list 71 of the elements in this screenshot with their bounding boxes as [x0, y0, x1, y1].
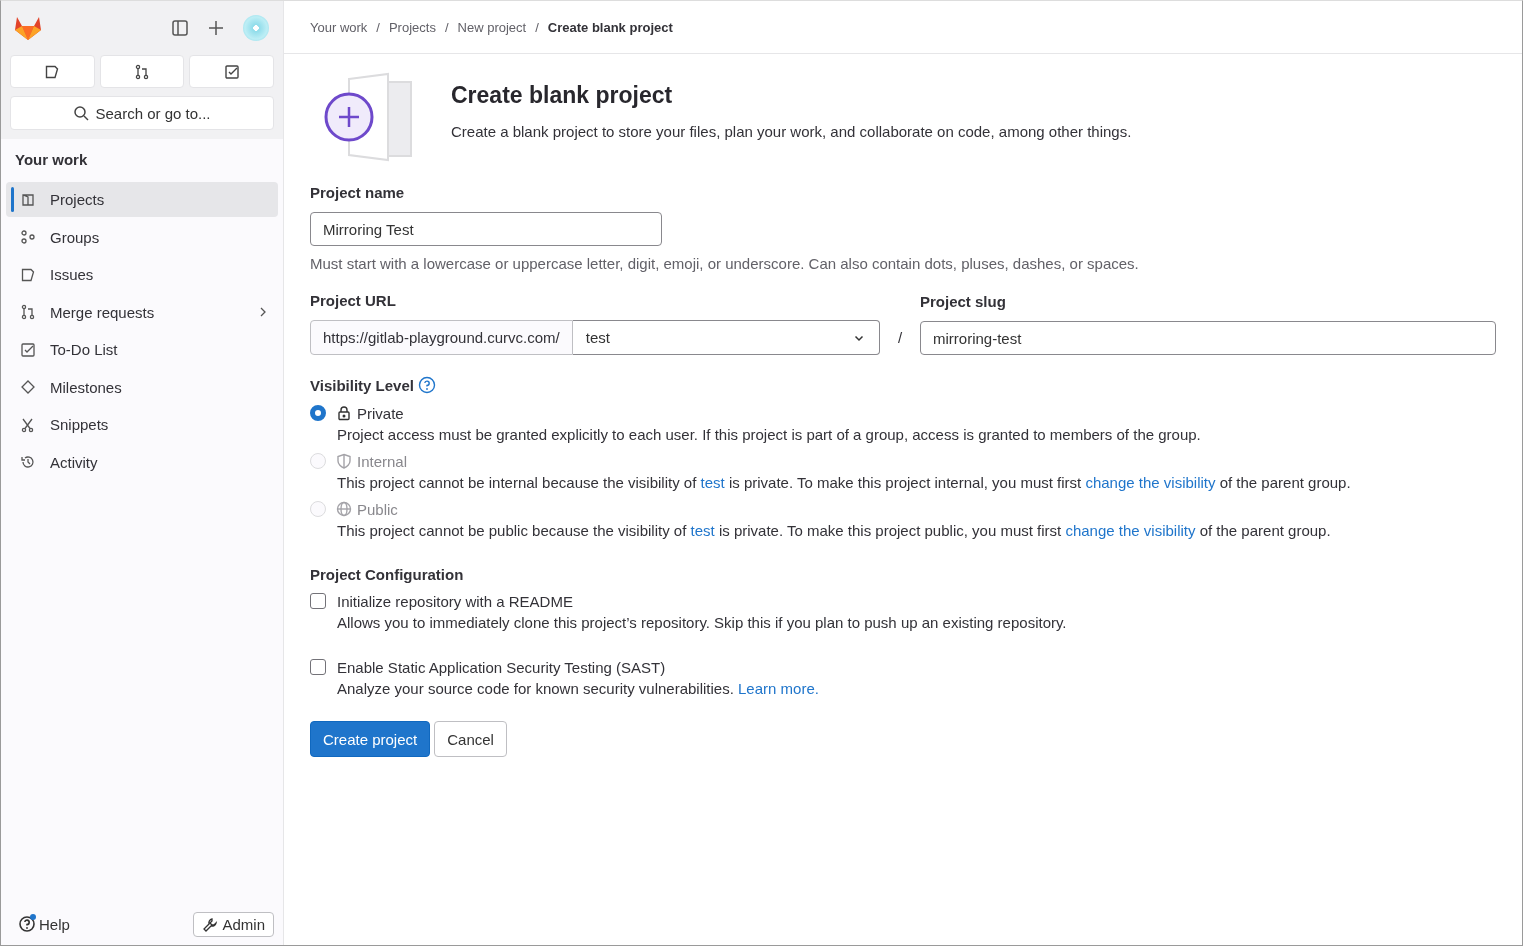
option-description: Allows you to immediately clone this project’s repository. Skip this if you plan to push up an existing repository.: [337, 613, 1068, 633]
sidebar-item[interactable]: Groups: [6, 219, 278, 255]
search-field[interactable]: Search or go to...: [10, 96, 274, 130]
nav-icon: [20, 454, 36, 470]
checkbox-icon: [223, 63, 240, 80]
project-slug-field[interactable]: mirroring-test: [920, 321, 1496, 355]
checkbox-label: Enable Static Application Security Testing (SAST): [337, 658, 666, 676]
radio-label: Public: [357, 500, 398, 518]
cancel-button[interactable]: Cancel: [434, 721, 507, 757]
nav-icon: [20, 379, 36, 395]
sidebar-item[interactable]: Snippets: [6, 407, 278, 442]
checkbox-label: Initialize repository with a README: [337, 592, 573, 610]
sidebar-item[interactable]: To-Do List: [6, 332, 278, 367]
field-label: Visibility Level: [310, 376, 414, 394]
visibility-icon: [336, 405, 352, 421]
section-title: Your work: [14, 150, 89, 170]
search-icon: [73, 105, 90, 121]
nav-icon: [20, 416, 36, 433]
breadcrumb-link[interactable]: New project: [457, 19, 527, 35]
page-description: Create a blank project to store your files, plan your work, and collaborate on code, among other things.: [451, 123, 1132, 140]
help-icon[interactable]: [417, 376, 436, 394]
option-description: This project cannot be internal because the visibility of test is private. To make this project internal, you must first change the visibility of the parent group.: [337, 473, 1352, 493]
breadcrumb-link[interactable]: Projects: [388, 19, 436, 35]
radio-label: Private: [357, 404, 404, 422]
section-title: Project Configuration: [310, 566, 465, 583]
nav-icon: [20, 266, 36, 283]
radio-label: Internal: [357, 452, 408, 470]
sidebar-item[interactable]: Activity: [6, 444, 278, 480]
create-project-button[interactable]: Create project: [310, 721, 431, 757]
radio-button[interactable]: [310, 405, 326, 421]
field-hint: Must start with a lowercase or uppercase letter, digit, emoji, or underscore. Can also contain dots, pluses, dashes, or spaces.: [310, 255, 1140, 272]
url-separator: /: [896, 328, 904, 348]
fox-logo-icon[interactable]: [14, 15, 42, 41]
option-description: Project access must be granted explicitly to each user. If this project is part of a group, access is granted to members of the group.: [337, 425, 1202, 445]
breadcrumb-separator: /: [376, 19, 380, 35]
checkbox[interactable]: [310, 659, 326, 675]
nav-icon: [20, 191, 36, 208]
todo-shortcut-button[interactable]: [189, 55, 274, 88]
issue-icon: [44, 63, 61, 80]
sidebar-toggle-icon[interactable]: [171, 19, 189, 37]
breadcrumb-link[interactable]: Your work: [310, 19, 368, 35]
help-icon: [18, 913, 38, 933]
sidebar-item[interactable]: Merge requests: [6, 294, 278, 330]
nav-icon: [20, 304, 36, 320]
option-description: This project cannot be public because the visibility of test is private. To make this project public, you must first change the visibility of the parent group.: [337, 521, 1332, 541]
project-name-field[interactable]: Mirroring Test: [310, 212, 662, 246]
sidebar-item[interactable]: Projects: [6, 182, 278, 217]
merge-request-icon: [134, 63, 150, 80]
field-label: Project slug: [920, 293, 1007, 310]
visibility-icon: [336, 501, 352, 517]
page-title: Create blank project: [451, 82, 674, 109]
nav-icon: [20, 229, 36, 245]
visibility-icon: [336, 453, 352, 469]
checkbox[interactable]: [310, 593, 326, 609]
option-description: Analyze your source code for known security vulnerabilities. Learn more.: [337, 679, 820, 699]
sidebar-item[interactable]: Issues: [6, 257, 278, 292]
field-label: Project name: [310, 184, 406, 201]
wrench-icon: [202, 916, 219, 933]
sidebar-item[interactable]: Milestones: [6, 369, 278, 405]
link[interactable]: Learn more.: [738, 680, 819, 697]
namespace-dropdown[interactable]: test: [572, 320, 880, 355]
url-prefix: https://gitlab-playground.curvc.com/: [310, 320, 573, 355]
breadcrumb-separator: /: [535, 19, 539, 35]
nav-icon: [20, 341, 36, 358]
plus-icon[interactable]: [207, 19, 225, 37]
admin-button[interactable]: Admin: [193, 912, 274, 937]
breadcrumb-separator: /: [444, 19, 449, 35]
breadcrumb-link[interactable]: Create blank project: [547, 19, 673, 35]
field-label: Project URL: [310, 292, 397, 309]
merge-requests-shortcut-button[interactable]: [99, 55, 185, 88]
help-link[interactable]: Help: [18, 913, 70, 936]
